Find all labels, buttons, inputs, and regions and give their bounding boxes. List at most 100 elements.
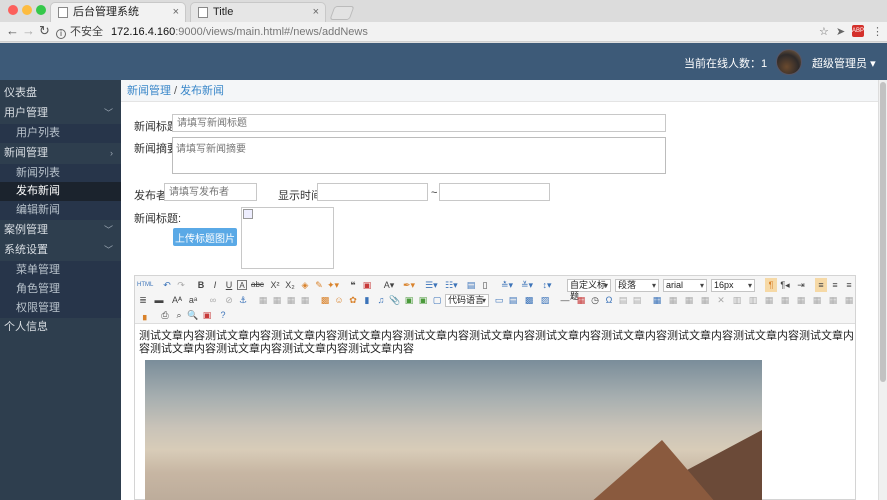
format-brush-icon[interactable]: ✎ <box>313 278 325 292</box>
text-case-icon[interactable]: ▬ <box>153 293 165 307</box>
publisher-input[interactable] <box>164 183 257 201</box>
window-minimize-icon[interactable] <box>22 5 32 15</box>
subscript-icon[interactable]: X₂ <box>284 278 296 292</box>
link-icon[interactable]: ∞ <box>207 293 219 307</box>
display-time-end-input[interactable] <box>439 183 550 201</box>
help-icon[interactable]: ? <box>217 308 229 322</box>
admin-menu[interactable]: 超级管理员 ▾ <box>812 55 876 71</box>
preview-icon[interactable]: ⌕ <box>173 308 185 322</box>
special-chars-icon[interactable]: Ω <box>603 293 615 307</box>
image-left-icon[interactable]: ▦ <box>271 293 283 307</box>
breadcrumb-publish-news[interactable]: 发布新闻 <box>180 85 224 97</box>
background-icon[interactable]: ▩ <box>523 293 535 307</box>
html-source-button[interactable]: HTML <box>137 278 153 292</box>
clear-doc-icon[interactable]: ▯ <box>479 278 491 292</box>
eraser-icon[interactable]: ◈ <box>299 278 311 292</box>
sidebar-item-system-settings[interactable]: 系统设置 ﹀ <box>0 241 121 260</box>
date-icon[interactable]: ▦ <box>575 293 587 307</box>
insert-video-icon[interactable]: ▮ <box>361 293 373 307</box>
back-icon[interactable]: ← <box>6 24 19 38</box>
merge-down-icon[interactable]: ▦ <box>795 293 807 307</box>
adblock-icon[interactable]: ABP <box>852 25 864 37</box>
page-break-icon[interactable]: ▭ <box>493 293 505 307</box>
star-icon[interactable]: ☆ <box>819 25 829 38</box>
emotion-icon[interactable]: ☺ <box>333 293 345 307</box>
tab-close-icon[interactable]: × <box>173 3 179 21</box>
sidebar-item-role-management[interactable]: 角色管理 <box>0 280 121 299</box>
merge-right-icon[interactable]: ▦ <box>779 293 791 307</box>
row-spacing-top-icon[interactable]: ≛▾ <box>501 278 513 292</box>
font-family-select[interactable]: arial <box>663 279 707 292</box>
display-time-start-input[interactable] <box>317 183 428 201</box>
justify-full-icon[interactable]: ≣ <box>137 293 149 307</box>
ordered-list-icon[interactable]: ☰▾ <box>425 278 438 292</box>
sidebar-item-user-management[interactable]: 用户管理 ﹀ <box>0 104 121 123</box>
split-cols-icon[interactable]: ▦ <box>843 293 855 307</box>
scrollbar-thumb[interactable] <box>880 82 886 382</box>
undo-icon[interactable]: ↶ <box>161 278 173 292</box>
sidebar-item-case-management[interactable]: 案例管理 ﹀ <box>0 221 121 240</box>
lowercase-icon[interactable]: aᵃ <box>187 293 199 307</box>
paste-plain-icon[interactable]: ▣ <box>361 278 373 292</box>
sidebar-item-permission-management[interactable]: 权限管理 <box>0 299 121 318</box>
sidebar-item-profile[interactable]: 个人信息 <box>0 318 121 337</box>
editor-content-image[interactable] <box>145 360 762 500</box>
delete-row-icon[interactable]: ✕ <box>715 293 727 307</box>
image-right-icon[interactable]: ▦ <box>285 293 297 307</box>
highlight-color-icon[interactable]: ✒▾ <box>403 278 415 292</box>
browser-tab-title[interactable]: Title × <box>190 2 326 22</box>
line-height-icon[interactable]: ↕▾ <box>541 278 553 292</box>
underline-icon[interactable]: U <box>223 278 235 292</box>
chart-icon[interactable]: ▗ <box>137 308 149 322</box>
drafts-icon[interactable]: ▣ <box>201 308 213 322</box>
delete-table-icon[interactable]: ▦ <box>667 293 679 307</box>
tab-close-icon[interactable]: × <box>313 3 319 21</box>
justify-left-icon[interactable]: ≡ <box>815 278 827 292</box>
forward-icon[interactable]: → <box>22 24 35 38</box>
anchor-icon[interactable]: ⚓ <box>237 293 249 307</box>
justify-right-icon[interactable]: ≡ <box>843 278 855 292</box>
send-icon[interactable]: ➤ <box>836 25 845 38</box>
horizontal-rule-icon[interactable]: ― <box>559 293 571 307</box>
info-icon[interactable]: i <box>56 29 66 39</box>
insert-paragraph-before-table-icon[interactable]: ▦ <box>683 293 695 307</box>
custom-heading-select[interactable]: 自定义标题 <box>567 279 611 301</box>
image-none-icon[interactable]: ▦ <box>257 293 269 307</box>
superscript-icon[interactable]: X² <box>269 278 281 292</box>
redo-icon[interactable]: ↷ <box>175 278 187 292</box>
print-icon[interactable]: ⎙ <box>159 308 171 322</box>
unordered-list-icon[interactable]: ☷▾ <box>445 278 458 292</box>
select-all-icon[interactable]: ▤ <box>465 278 477 292</box>
code-language-select[interactable]: 代码语言 <box>445 294 489 307</box>
sidebar-item-news-list[interactable]: 新闻列表 <box>0 164 121 183</box>
sidebar-item-user-list[interactable]: 用户列表 <box>0 124 121 143</box>
rtl-icon[interactable]: ¶◂ <box>779 278 791 292</box>
avatar[interactable] <box>776 49 802 75</box>
music-icon[interactable]: ♫ <box>375 293 387 307</box>
delete-col-icon[interactable]: ▥ <box>747 293 759 307</box>
sidebar-item-dashboard[interactable]: 仪表盘 <box>0 84 121 103</box>
insert-table-icon[interactable]: ▦ <box>651 293 663 307</box>
scrawl-icon[interactable]: ✿ <box>347 293 359 307</box>
insert-frame-icon[interactable]: ▢ <box>431 293 443 307</box>
font-border-icon[interactable]: A <box>237 280 247 290</box>
strikethrough-icon[interactable]: abc <box>251 278 264 292</box>
insert-image-icon[interactable]: ▩ <box>319 293 331 307</box>
title-input[interactable] <box>172 114 666 132</box>
reload-icon[interactable]: ↻ <box>39 24 50 38</box>
map-icon[interactable]: ▣ <box>403 293 415 307</box>
menu-icon[interactable]: ⋮ <box>872 25 883 38</box>
font-color-icon[interactable]: A▾ <box>383 278 395 292</box>
time-icon[interactable]: ◷ <box>589 293 601 307</box>
sidebar-item-edit-news[interactable]: 编辑新闻 <box>0 201 121 220</box>
browser-tab-admin[interactable]: 后台管理系统 × <box>50 2 186 22</box>
sidebar-item-publish-news[interactable]: 发布新闻 <box>0 182 121 201</box>
auto-format-icon[interactable]: ✦▾ <box>327 278 339 292</box>
gmap-icon[interactable]: ▣ <box>417 293 429 307</box>
image-center-icon[interactable]: ▦ <box>299 293 311 307</box>
row-spacing-bottom-icon[interactable]: ≚▾ <box>521 278 533 292</box>
split-rows-icon[interactable]: ▦ <box>827 293 839 307</box>
insert-col-icon[interactable]: ▥ <box>731 293 743 307</box>
indent-icon[interactable]: ⇥ <box>795 278 807 292</box>
italic-icon[interactable]: I <box>209 278 221 292</box>
